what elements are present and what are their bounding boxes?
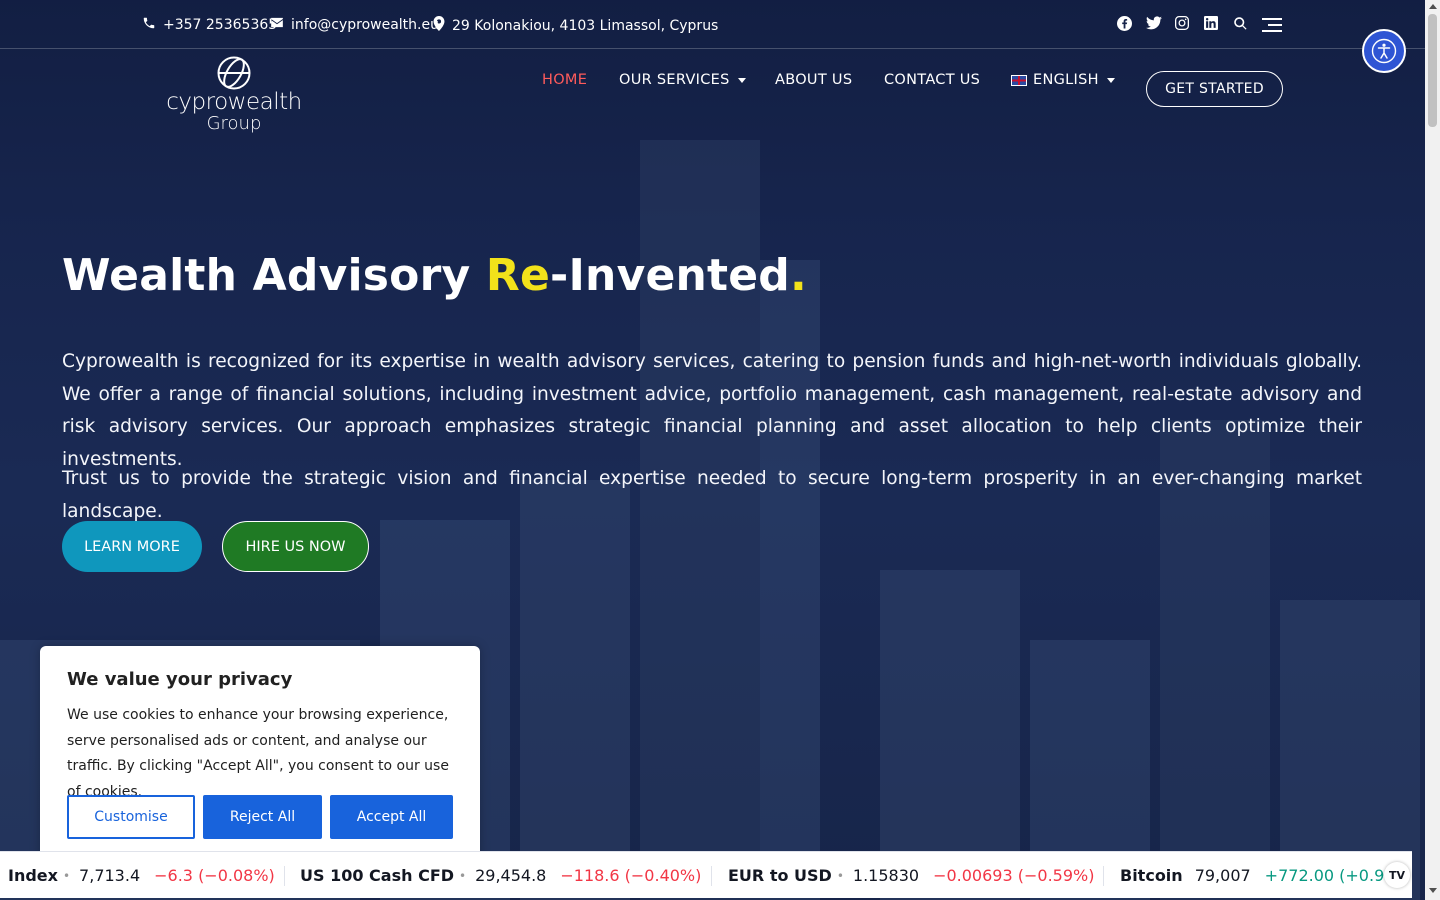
logo-subtitle: Group xyxy=(206,113,262,134)
twitter-icon[interactable] xyxy=(1146,16,1162,32)
map-pin-icon xyxy=(433,16,445,35)
globe-icon xyxy=(217,56,251,90)
nav-about-us[interactable]: ABOUT US xyxy=(775,72,852,88)
customise-button[interactable]: Customise xyxy=(67,795,195,839)
scroll-up-arrow-icon[interactable] xyxy=(1429,4,1437,9)
facebook-icon[interactable] xyxy=(1117,16,1133,32)
ticker-name: Index xyxy=(8,866,58,885)
ticker-name: EUR to USD xyxy=(728,866,832,885)
ticker-value: 7,713.4 xyxy=(79,866,141,885)
learn-more-button[interactable]: LEARN MORE xyxy=(62,521,202,572)
linkedin-icon[interactable] xyxy=(1204,16,1220,32)
cookie-consent-banner: We value your privacy We use cookies to … xyxy=(40,646,480,860)
phone-contact[interactable]: +357 25365365 xyxy=(142,16,277,34)
address-contact[interactable]: 29 Kolonakiou, 4103 Limassol, Cyprus xyxy=(433,16,718,35)
get-started-button[interactable]: GET STARTED xyxy=(1146,71,1283,107)
ticker-change: −0.00693 (−0.59%) xyxy=(933,866,1095,885)
hero-headline: Wealth Advisory Re-Invented. xyxy=(62,250,807,301)
caret-down-icon xyxy=(737,77,746,83)
scrollbar-thumb[interactable] xyxy=(1428,14,1437,127)
ticker-dot: • xyxy=(836,868,844,883)
logo-wordmark: cyprowealth xyxy=(166,89,302,115)
ticker-item[interactable]: Index • 7,713.4 −6.3 (−0.08%) xyxy=(8,866,275,885)
page-scrollbar[interactable] xyxy=(1425,0,1440,900)
tradingview-logo-icon[interactable]: TV xyxy=(1384,862,1410,888)
caret-down-icon xyxy=(1106,77,1115,83)
headline-dot: . xyxy=(790,250,807,301)
scroll-down-arrow-icon[interactable] xyxy=(1429,888,1437,893)
nav-our-services[interactable]: OUR SERVICES xyxy=(619,72,746,88)
ticker-divider xyxy=(1103,866,1104,886)
search-icon[interactable] xyxy=(1233,16,1249,32)
hero-paragraph-2: Trust us to provide the strategic vision… xyxy=(62,468,1362,522)
address-text: 29 Kolonakiou, 4103 Limassol, Cyprus xyxy=(452,17,719,34)
language-label: ENGLISH xyxy=(1033,72,1099,88)
ticker-name: US 100 Cash CFD xyxy=(300,866,455,885)
headline-part1: Wealth Advisory xyxy=(62,250,486,301)
phone-icon xyxy=(142,16,156,34)
envelope-icon xyxy=(270,16,284,33)
nav-contact-us[interactable]: CONTACT US xyxy=(884,72,980,88)
ticker-value: 79,007 xyxy=(1194,866,1251,885)
phone-text: +357 25365365 xyxy=(163,17,278,33)
ticker-value: 29,454.8 xyxy=(475,866,547,885)
headline-highlight: Re xyxy=(485,250,551,301)
market-ticker: Index • 7,713.4 −6.3 (−0.08%) US 100 Cas… xyxy=(0,851,1412,898)
uk-flag-icon xyxy=(1011,74,1027,86)
ticker-dot: • xyxy=(62,868,71,883)
email-contact[interactable]: info@cyprowealth.eu xyxy=(270,16,439,33)
ticker-value: 1.15830 xyxy=(852,866,920,885)
ticker-name: Bitcoin xyxy=(1120,866,1183,885)
top-contact-bar: +357 25365365 info@cyprowealth.eu 29 Kol… xyxy=(0,0,1425,49)
hire-us-now-button[interactable]: HIRE US NOW xyxy=(222,521,369,572)
ticker-change: −118.6 (−0.40%) xyxy=(560,866,702,885)
hamburger-menu-icon[interactable] xyxy=(1262,18,1282,32)
accept-all-button[interactable]: Accept All xyxy=(330,795,453,839)
cookie-title: We value your privacy xyxy=(67,669,293,690)
ticker-item[interactable]: Bitcoin 79,007 +772.00 (+0.9 xyxy=(1120,866,1384,885)
ticker-item[interactable]: EUR to USD • 1.15830 −0.00693 (−0.59%) xyxy=(728,866,1094,885)
reject-all-button[interactable]: Reject All xyxy=(203,795,322,839)
nav-our-services-label: OUR SERVICES xyxy=(619,72,730,88)
instagram-icon[interactable] xyxy=(1175,16,1191,32)
ticker-divider xyxy=(284,866,285,886)
building-shape xyxy=(520,480,630,900)
cookie-text: We use cookies to enhance your browsing … xyxy=(67,707,449,800)
hero-paragraph-1: Cyprowealth is recognized for its expert… xyxy=(62,351,1362,470)
ticker-item[interactable]: US 100 Cash CFD • 29,454.8 −118.6 (−0.40… xyxy=(300,866,701,885)
ticker-dot: • xyxy=(459,868,467,883)
ticker-change: −6.3 (−0.08%) xyxy=(154,866,275,885)
nav-home[interactable]: HOME xyxy=(542,72,587,88)
language-selector[interactable]: ENGLISH xyxy=(1011,72,1115,88)
accessibility-icon[interactable] xyxy=(1362,29,1406,73)
headline-part2: -Invented xyxy=(550,250,790,301)
ticker-change: +772.00 (+0.9 xyxy=(1264,866,1385,885)
ticker-divider xyxy=(711,866,712,886)
cyprowealth-logo[interactable]: cyprowealth Group xyxy=(164,56,304,134)
social-links xyxy=(1117,16,1249,32)
email-text: info@cyprowealth.eu xyxy=(291,16,439,33)
